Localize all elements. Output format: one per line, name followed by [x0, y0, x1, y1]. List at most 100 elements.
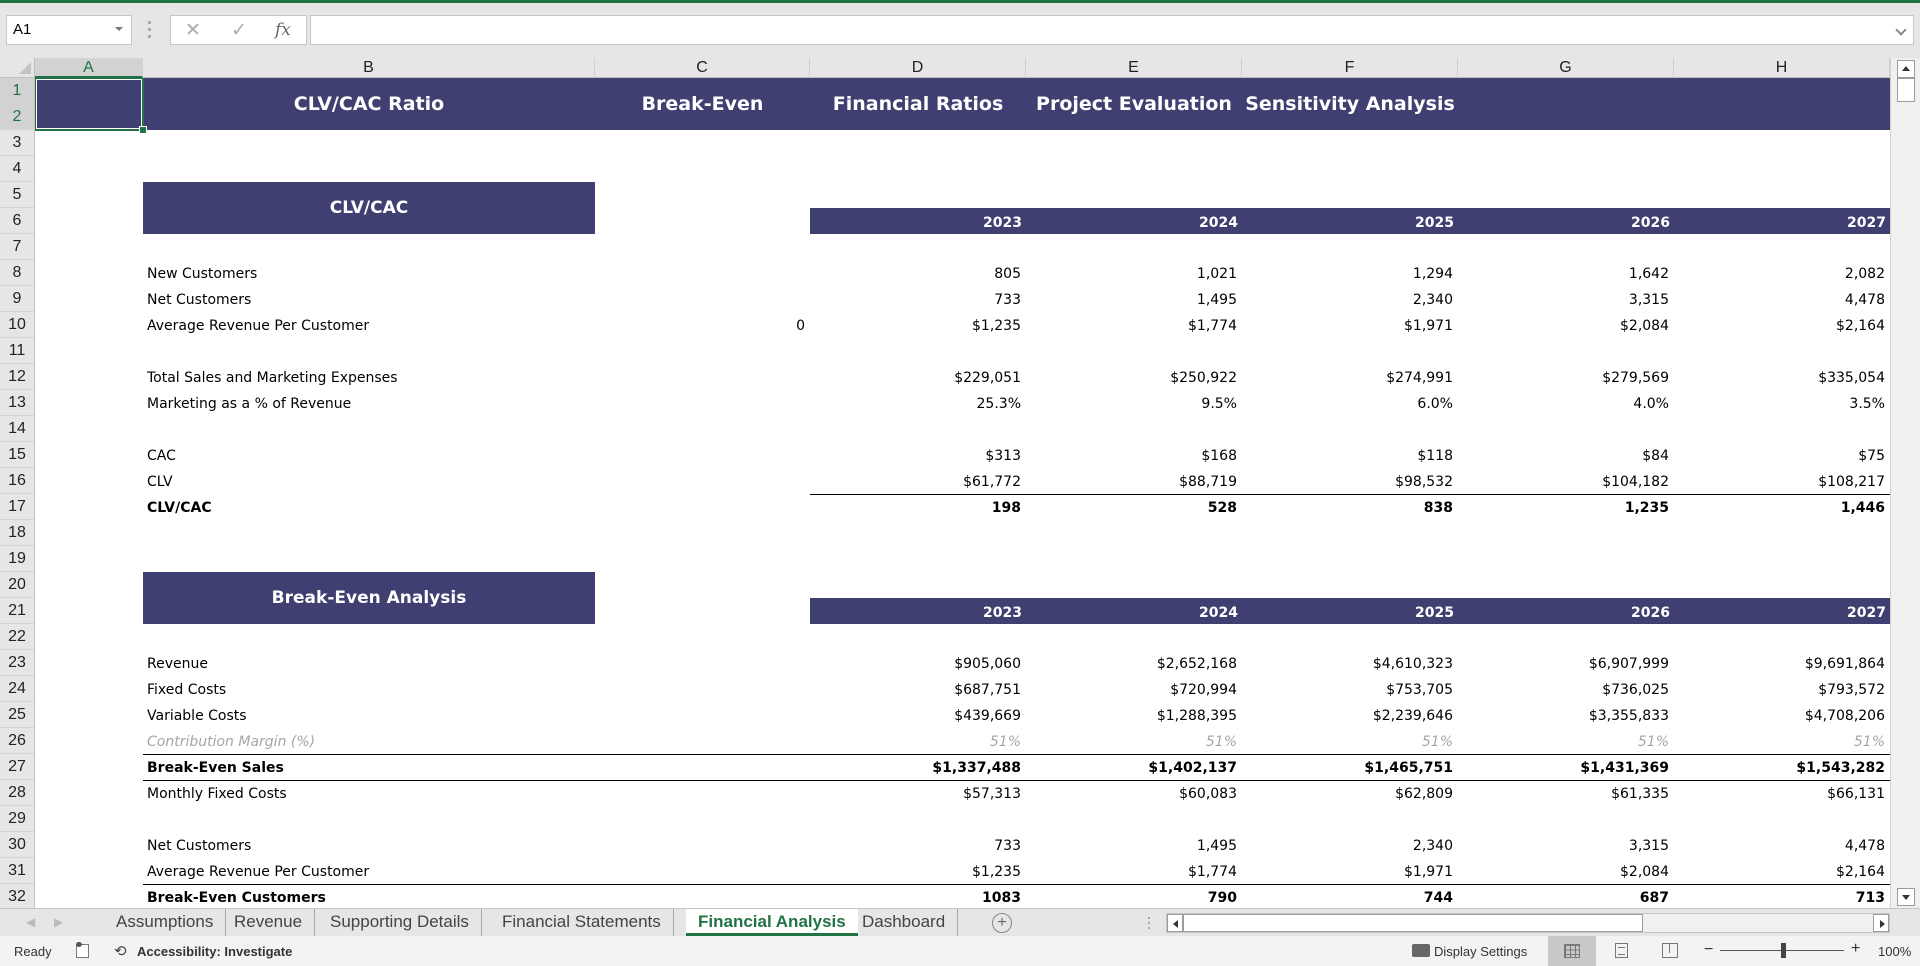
scroll-down-icon[interactable]	[1897, 888, 1915, 906]
add-sheet-icon[interactable]: +	[992, 913, 1012, 933]
value-cell[interactable]: 733	[810, 286, 1026, 312]
select-all-button[interactable]	[0, 58, 35, 78]
accessibility-icon[interactable]: ⟲	[114, 942, 127, 960]
value-cell[interactable]: $57,313	[810, 780, 1026, 806]
value-cell[interactable]: 1083	[810, 884, 1026, 908]
value-cell[interactable]: $1,971	[1242, 312, 1458, 338]
value-cell[interactable]: $793,572	[1674, 676, 1890, 702]
value-cell[interactable]: 528	[1026, 494, 1242, 520]
row-label[interactable]: Total Sales and Marketing Expenses	[147, 364, 398, 390]
sheet-tab[interactable]: Financial Statements	[490, 909, 674, 936]
zoom-in-button[interactable]: +	[1851, 940, 1860, 958]
value-cell[interactable]: $2,652,168	[1026, 650, 1242, 676]
column-header-b[interactable]: B	[143, 58, 595, 78]
nav-sensitivity-analysis[interactable]: Sensitivity Analysis	[1242, 78, 1458, 130]
row-header[interactable]: 14	[0, 416, 34, 442]
value-cell[interactable]: 51%	[1242, 728, 1458, 754]
value-cell[interactable]: 4.0%	[1458, 390, 1674, 416]
chevron-down-icon[interactable]	[115, 27, 123, 31]
zoom-out-button[interactable]: −	[1704, 941, 1713, 959]
row-label[interactable]: Average Revenue Per Customer	[147, 858, 369, 884]
value-cell[interactable]: 3,315	[1458, 832, 1674, 858]
row-header[interactable]: 28	[0, 780, 34, 806]
tab-scroll-right-icon[interactable]: ▶	[54, 915, 63, 929]
macro-recording-icon[interactable]	[76, 942, 89, 958]
value-cell[interactable]: $313	[810, 442, 1026, 468]
value-cell[interactable]: 2,340	[1242, 286, 1458, 312]
value-cell[interactable]: $1,288,395	[1026, 702, 1242, 728]
value-cell[interactable]: $2,084	[1458, 858, 1674, 884]
value-cell[interactable]: $2,164	[1674, 312, 1890, 338]
column-header-a[interactable]: A	[35, 58, 143, 78]
row-header[interactable]: 11	[0, 338, 34, 364]
value-cell[interactable]: 1,021	[1026, 260, 1242, 286]
value-cell[interactable]: $274,991	[1242, 364, 1458, 390]
scroll-up-icon[interactable]	[1897, 60, 1915, 78]
nav-break-even-analysis[interactable]: Break-Even Analysis	[595, 78, 810, 167]
row-header[interactable]: 17	[0, 494, 34, 520]
value-cell[interactable]: $66,131	[1674, 780, 1890, 806]
row-header[interactable]: 4	[0, 156, 34, 182]
value-cell[interactable]: 1,495	[1026, 832, 1242, 858]
display-settings-button[interactable]: Display Settings	[1434, 944, 1527, 959]
value-cell[interactable]: $60,083	[1026, 780, 1242, 806]
accessibility-status[interactable]: Accessibility: Investigate	[137, 944, 292, 959]
row-label[interactable]: Marketing as a % of Revenue	[147, 390, 351, 416]
value-cell[interactable]: 805	[810, 260, 1026, 286]
insert-function-icon[interactable]: fx	[275, 20, 291, 40]
name-box[interactable]: A1	[6, 15, 132, 45]
value-cell[interactable]: $1,337,488	[810, 754, 1026, 780]
enter-icon[interactable]: ✓	[231, 19, 247, 42]
value-cell[interactable]: $168	[1026, 442, 1242, 468]
value-cell[interactable]: 1,642	[1458, 260, 1674, 286]
row-header[interactable]: 18	[0, 520, 34, 546]
value-cell[interactable]: 51%	[810, 728, 1026, 754]
column-header-h[interactable]: H	[1674, 58, 1890, 78]
row-label[interactable]: CLV/CAC	[147, 494, 212, 520]
value-cell[interactable]: $687,751	[810, 676, 1026, 702]
value-cell[interactable]: $1,402,137	[1026, 754, 1242, 780]
value-cell[interactable]: 4,478	[1674, 286, 1890, 312]
value-cell[interactable]: 25.3%	[810, 390, 1026, 416]
tab-splitter-handle[interactable]	[1148, 917, 1150, 932]
value-cell[interactable]: $229,051	[810, 364, 1026, 390]
value-cell[interactable]: $108,217	[1674, 468, 1890, 494]
row-header[interactable]: 16	[0, 468, 34, 494]
sheet-tab[interactable]: Assumptions	[104, 909, 227, 936]
value-cell[interactable]: $736,025	[1458, 676, 1674, 702]
sheet-tab[interactable]: Revenue	[222, 909, 316, 936]
row-header[interactable]: 29	[0, 806, 34, 832]
row-header[interactable]: 23	[0, 650, 34, 676]
row-header[interactable]: 27	[0, 754, 34, 780]
worksheet-grid[interactable]: CLV/CAC Ratio Break-Even Analysis Financ…	[35, 78, 1890, 908]
value-cell[interactable]: 687	[1458, 884, 1674, 908]
row-header[interactable]: 10	[0, 312, 34, 338]
row-header[interactable]: 3	[0, 130, 34, 156]
drag-handle-icon[interactable]	[148, 21, 152, 39]
value-cell[interactable]: $104,182	[1458, 468, 1674, 494]
value-cell[interactable]: $61,772	[810, 468, 1026, 494]
row-header[interactable]: 24	[0, 676, 34, 702]
value-cell[interactable]: $6,907,999	[1458, 650, 1674, 676]
page-layout-view-button[interactable]	[1598, 936, 1646, 966]
column-header-f[interactable]: F	[1242, 58, 1458, 78]
value-cell[interactable]: $2,239,646	[1242, 702, 1458, 728]
value-cell[interactable]: 51%	[1026, 728, 1242, 754]
value-cell[interactable]: $62,809	[1242, 780, 1458, 806]
value-cell[interactable]: $1,543,282	[1674, 754, 1890, 780]
value-cell[interactable]: 1,294	[1242, 260, 1458, 286]
value-cell[interactable]: $439,669	[810, 702, 1026, 728]
display-settings-icon[interactable]	[1412, 944, 1430, 957]
cancel-icon[interactable]: ✕	[185, 19, 201, 42]
zoom-slider-thumb[interactable]	[1781, 943, 1786, 958]
value-cell[interactable]: 713	[1674, 884, 1890, 908]
expand-formula-bar-icon[interactable]	[1895, 24, 1907, 36]
value-cell[interactable]: 744	[1242, 884, 1458, 908]
value-cell[interactable]: $3,355,833	[1458, 702, 1674, 728]
value-cell[interactable]: 2,340	[1242, 832, 1458, 858]
row-header[interactable]: 32	[0, 884, 34, 910]
value-cell[interactable]: 2,082	[1674, 260, 1890, 286]
row-label[interactable]: Revenue	[147, 650, 208, 676]
value-cell[interactable]: 838	[1242, 494, 1458, 520]
tab-scroll-left-icon[interactable]: ◀	[26, 915, 35, 929]
